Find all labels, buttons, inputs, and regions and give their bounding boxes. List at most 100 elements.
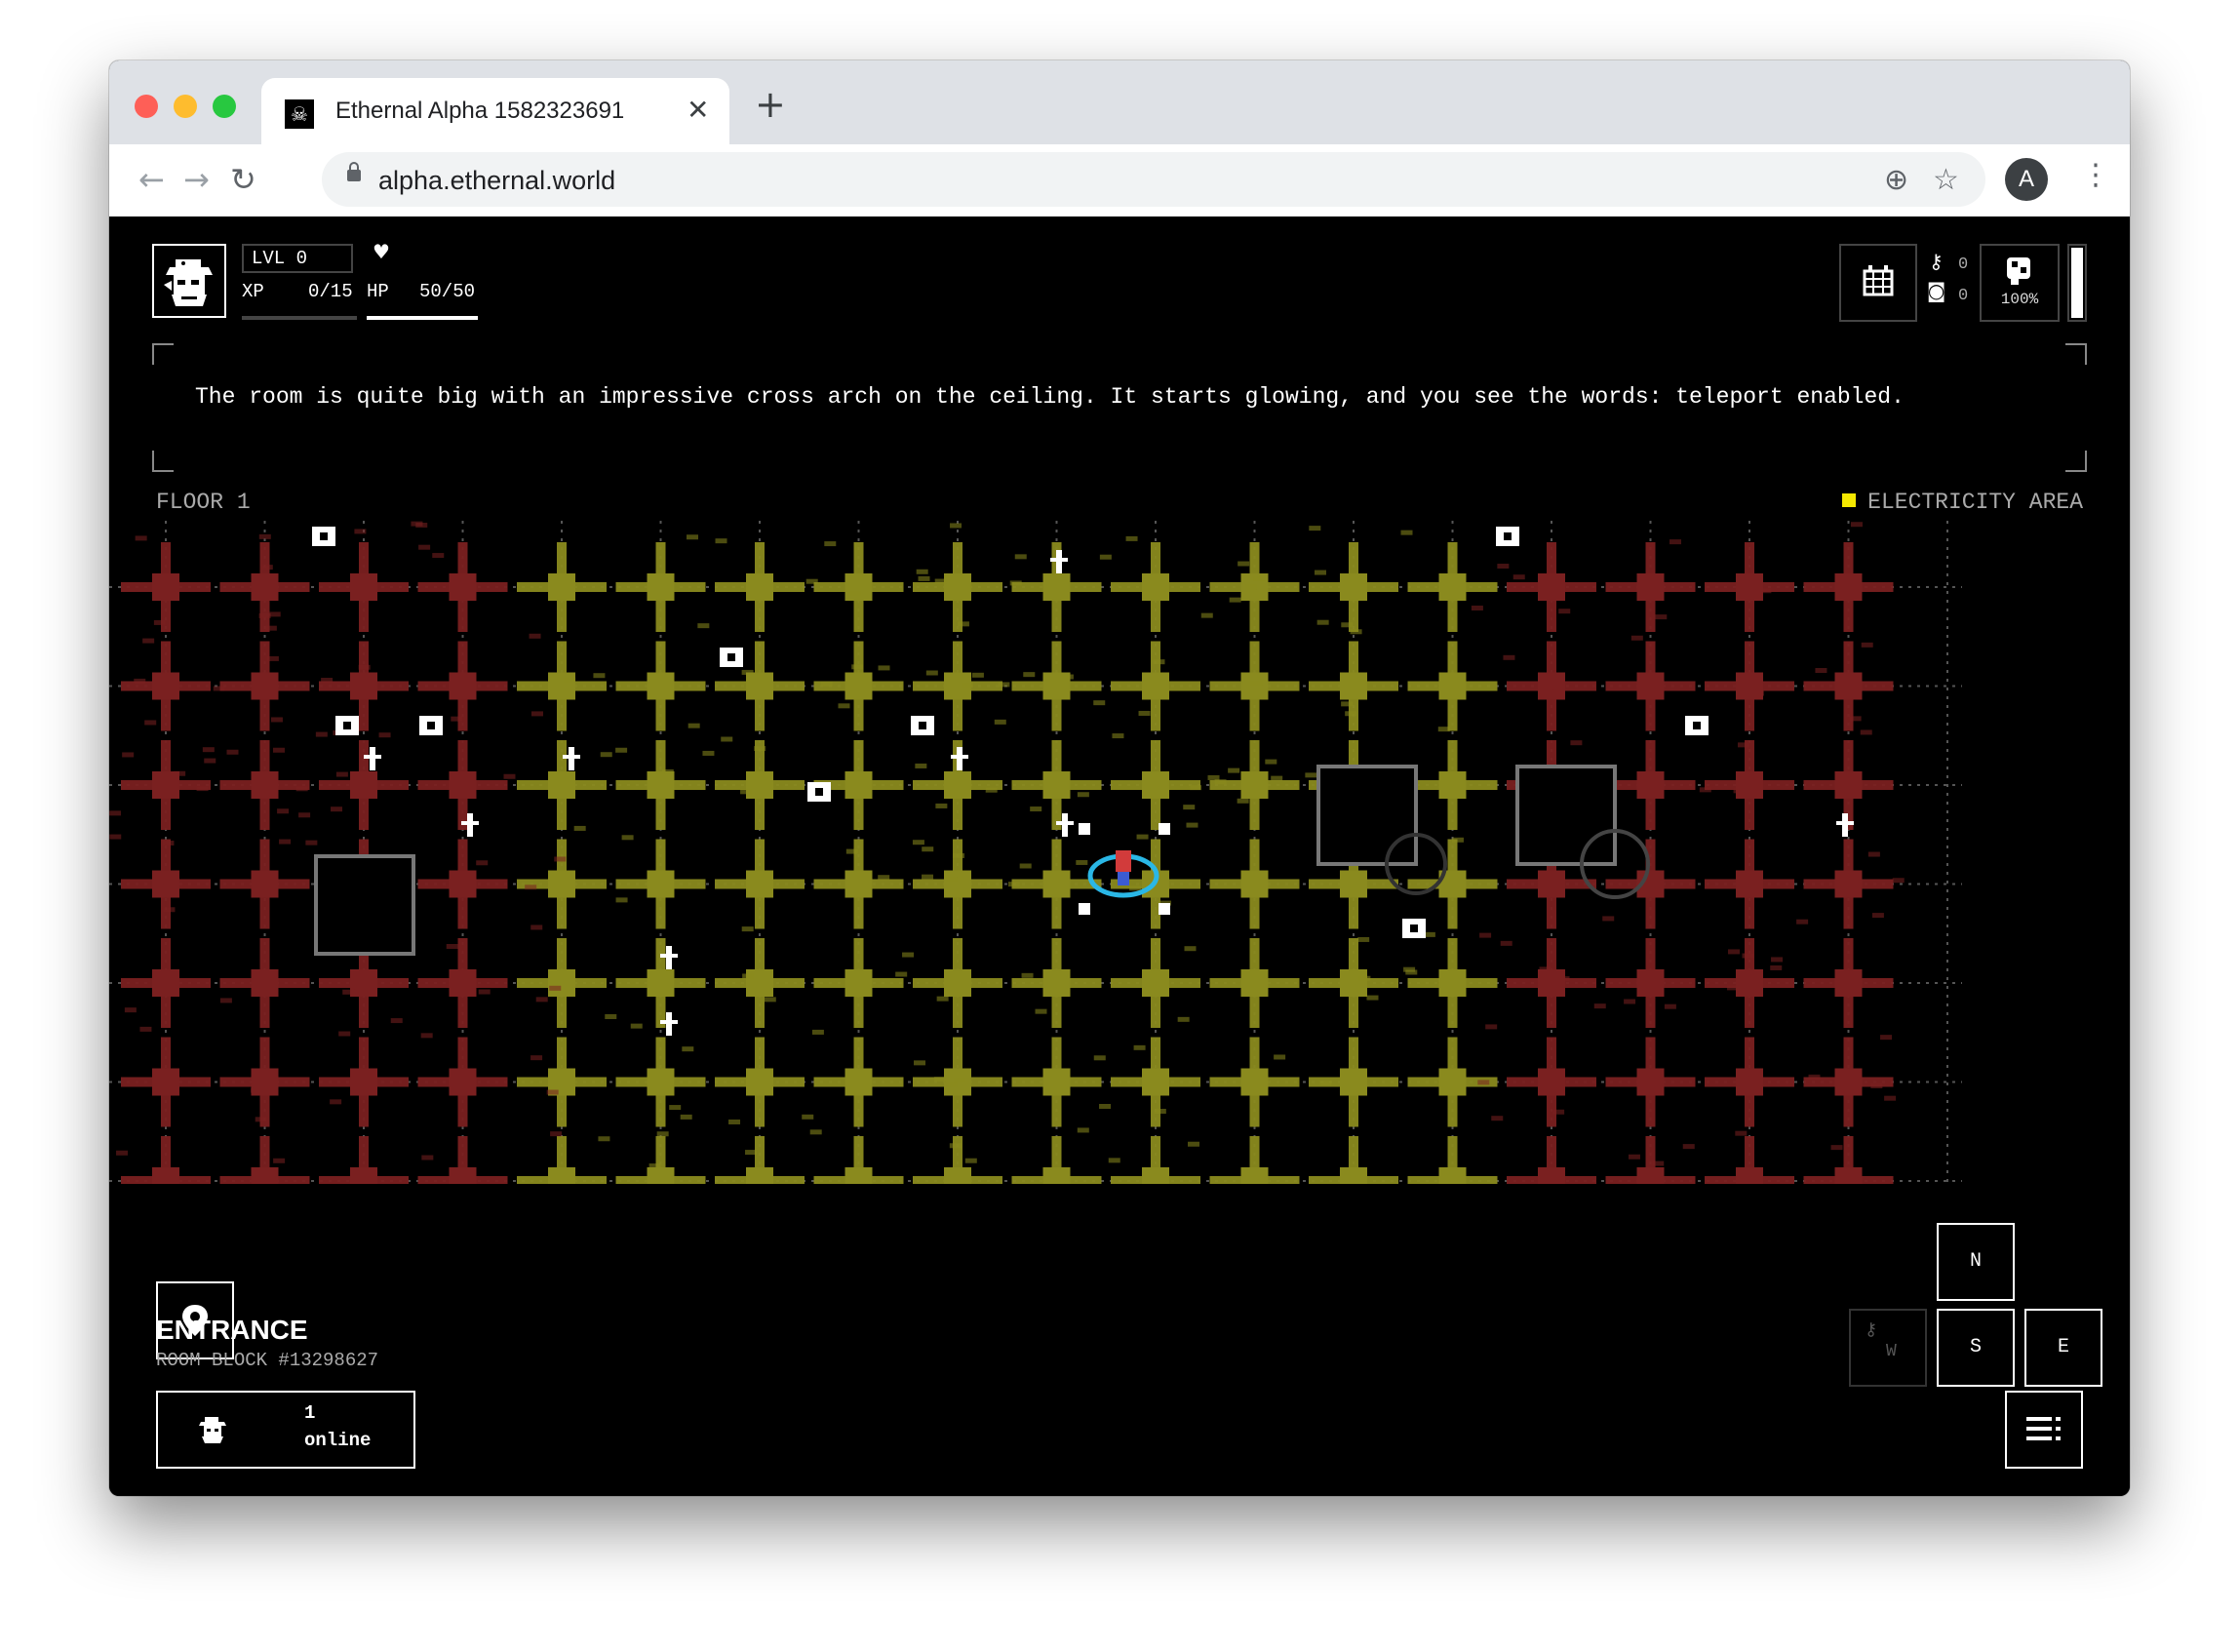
- pillar: [1636, 969, 1665, 997]
- brick-debris: [251, 1087, 263, 1093]
- heart-icon: ♥: [373, 240, 390, 263]
- maximize-window-button[interactable]: [213, 95, 236, 118]
- bookmark-star-icon[interactable]: ☆: [1933, 166, 1959, 195]
- browser-window: ☠ Ethernal Alpha 1582323691 ✕ + ← → ↻ al…: [109, 60, 2130, 1496]
- pillar: [1834, 573, 1863, 601]
- pillar: [449, 969, 477, 997]
- brick-debris: [1274, 1054, 1286, 1060]
- brick-debris: [1558, 609, 1571, 614]
- pillar: [1340, 573, 1367, 601]
- brick-debris: [1682, 1144, 1695, 1150]
- brick-debris: [1184, 946, 1197, 952]
- brick-debris: [1630, 635, 1643, 641]
- brick-debris: [258, 533, 271, 539]
- brick-debris: [330, 1099, 342, 1105]
- move-west-button-locked[interactable]: ⚷ W: [1849, 1309, 1927, 1387]
- player-portrait[interactable]: [152, 244, 226, 318]
- brick-debris: [1099, 554, 1112, 560]
- back-arrow-icon[interactable]: ←: [138, 162, 165, 197]
- pillar: [746, 870, 773, 898]
- brick-debris: [1624, 999, 1636, 1004]
- brick-debris: [630, 1023, 643, 1029]
- menu-button[interactable]: [2005, 1391, 2083, 1469]
- castle-marker-icon: [320, 532, 328, 540]
- area-name: ELECTRICITY AREA: [1867, 490, 2083, 515]
- minimize-window-button[interactable]: [174, 95, 197, 118]
- online-players-button[interactable]: 1 online: [156, 1391, 415, 1469]
- close-window-button[interactable]: [135, 95, 158, 118]
- brick-debris: [598, 1136, 610, 1142]
- url-text[interactable]: alpha.ethernal.world: [378, 166, 615, 196]
- brick-debris: [1655, 614, 1668, 620]
- pillar: [548, 573, 575, 601]
- brick-debris: [687, 723, 700, 728]
- dungeon-map-canvas[interactable]: [109, 521, 2036, 1184]
- reload-icon[interactable]: ↻: [230, 162, 256, 197]
- pillar: [152, 969, 179, 997]
- tab-close-icon[interactable]: ✕: [687, 94, 709, 126]
- pillar: [350, 573, 377, 601]
- brick-debris: [985, 787, 998, 793]
- brick-debris: [272, 747, 285, 753]
- pillar: [1240, 672, 1269, 700]
- pillar: [449, 573, 477, 601]
- brick-debris: [315, 731, 328, 737]
- brick-debris: [1244, 584, 1257, 590]
- browser-tab[interactable]: ☠ Ethernal Alpha 1582323691 ✕: [261, 78, 729, 144]
- energy-panel[interactable]: 100%: [1980, 244, 2060, 322]
- brick-debris: [202, 747, 215, 753]
- brick-debris: [1316, 619, 1329, 625]
- pillar: [1736, 573, 1763, 601]
- brick-debris: [742, 973, 755, 979]
- pillar: [1438, 1068, 1467, 1096]
- brick-debris: [1077, 792, 1089, 798]
- brick-debris: [1341, 622, 1354, 628]
- brick-debris: [935, 803, 948, 808]
- brick-debris: [1357, 936, 1370, 942]
- move-east-button[interactable]: E: [2024, 1309, 2102, 1387]
- forward-arrow-icon[interactable]: →: [183, 162, 210, 197]
- profile-avatar[interactable]: A: [2005, 158, 2048, 201]
- brick-debris: [260, 565, 273, 570]
- pillar: [746, 969, 773, 997]
- brick-debris: [1867, 851, 1880, 857]
- dungeon-map[interactable]: [109, 521, 2036, 1184]
- brick-debris: [1341, 701, 1354, 707]
- pillar: [1834, 1068, 1863, 1096]
- area-color-swatch: [1842, 493, 1857, 507]
- brick-debris: [1759, 588, 1772, 594]
- brick-debris: [845, 848, 858, 854]
- castle-marker-icon: [727, 653, 735, 661]
- pillar: [1042, 969, 1071, 997]
- address-bar[interactable]: alpha.ethernal.world ⊕ ☆: [322, 152, 1985, 207]
- torch-marker-icon: [563, 755, 580, 759]
- pillar: [350, 1068, 377, 1096]
- xp-value: 0/15: [308, 281, 353, 302]
- energy-bar-fill: [2071, 248, 2083, 318]
- new-tab-button[interactable]: +: [755, 86, 786, 123]
- install-app-icon[interactable]: ⊕: [1884, 166, 1908, 195]
- pillar: [1240, 1167, 1269, 1184]
- pillar: [1636, 672, 1665, 700]
- coins-count: 0: [1958, 287, 1969, 305]
- brick-debris: [1628, 1154, 1640, 1160]
- pillar: [1538, 1068, 1565, 1096]
- brick-debris: [936, 996, 949, 1002]
- brick-debris: [809, 1129, 822, 1135]
- brick-debris: [1751, 690, 1764, 696]
- pillar: [944, 1167, 971, 1184]
- map-toggle-button[interactable]: [1839, 244, 1917, 322]
- xp-bar-track: [242, 316, 357, 320]
- coin-icon: ◙: [1927, 279, 1946, 302]
- brick-debris: [648, 1163, 661, 1169]
- brick-debris: [962, 682, 974, 688]
- move-north-button[interactable]: N: [1937, 1223, 2015, 1301]
- brick-debris: [1870, 1083, 1883, 1089]
- brick-debris: [331, 806, 343, 812]
- frame-corner: [152, 451, 174, 472]
- brick-debris: [116, 1150, 129, 1156]
- move-south-button[interactable]: S: [1937, 1309, 2015, 1387]
- browser-menu-icon[interactable]: ⋮: [2081, 158, 2110, 192]
- brick-debris: [1742, 953, 1754, 959]
- pillar: [548, 771, 575, 799]
